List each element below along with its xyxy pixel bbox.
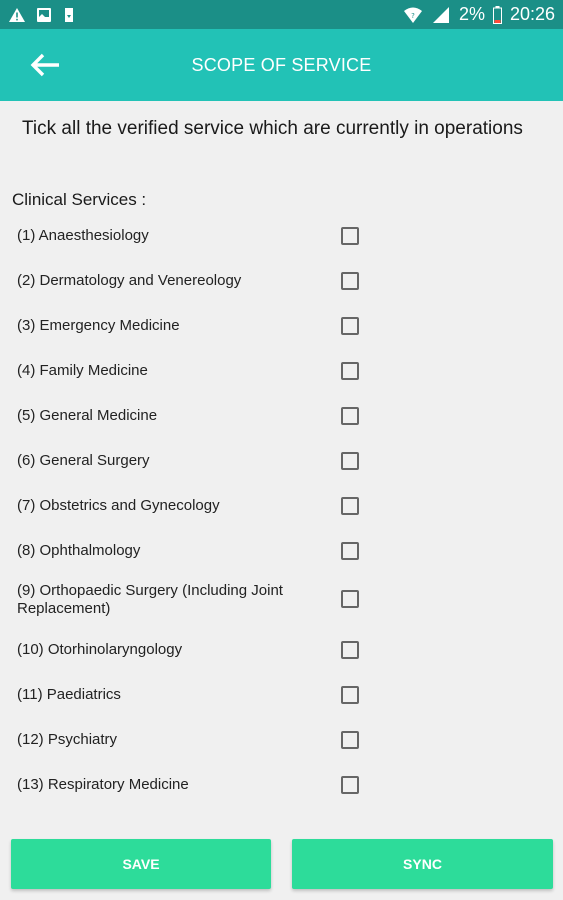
download-icon — [62, 7, 76, 23]
sync-button[interactable]: SYNC — [292, 839, 553, 889]
service-row: (5) General Medicine — [17, 406, 362, 426]
signal-icon — [431, 6, 451, 24]
page-title: SCOPE OF SERVICE — [191, 54, 372, 75]
arrow-left-icon — [30, 53, 59, 77]
save-button[interactable]: SAVE — [11, 839, 271, 889]
service-row: (13) Respiratory Medicine — [17, 775, 362, 795]
service-row: (4) Family Medicine — [17, 361, 362, 381]
service-label: (8) Ophthalmology — [17, 542, 141, 559]
service-checkbox[interactable] — [341, 272, 359, 290]
service-label: (10) Otorhinolaryngology — [17, 641, 183, 658]
service-checkbox[interactable] — [341, 686, 359, 704]
service-label: (3) Emergency Medicine — [17, 317, 180, 334]
service-checkbox[interactable] — [341, 731, 359, 749]
wifi-icon: ? — [403, 6, 423, 24]
service-label: (1) Anaesthesiology — [17, 227, 149, 244]
status-bar: ? 2% 20:26 — [0, 0, 563, 29]
service-row: (11) Paediatrics — [17, 685, 362, 705]
service-row: (6) General Surgery — [17, 451, 362, 471]
service-row: (7) Obstetrics and Gynecology — [17, 496, 362, 516]
service-checkbox[interactable] — [341, 497, 359, 515]
service-label: (11) Paediatrics — [17, 686, 121, 703]
service-checkbox[interactable] — [341, 641, 359, 659]
service-label: (2) Dermatology and Venereology — [17, 272, 242, 289]
service-checkbox[interactable] — [341, 362, 359, 380]
service-label: (7) Obstetrics and Gynecology — [17, 497, 220, 514]
service-checkbox[interactable] — [341, 452, 359, 470]
service-label: (13) Respiratory Medicine — [17, 776, 189, 793]
battery-icon — [492, 5, 502, 24]
service-label: (5) General Medicine — [17, 407, 158, 424]
service-row: (3) Emergency Medicine — [17, 316, 362, 336]
service-label: (12) Psychiatry — [17, 731, 118, 748]
app-bar: SCOPE OF SERVICE — [0, 29, 563, 101]
svg-text:?: ? — [411, 12, 415, 20]
service-checkbox[interactable] — [341, 590, 359, 608]
back-button[interactable] — [28, 51, 62, 79]
instruction-text: Tick all the verified service which are … — [22, 118, 523, 139]
section-label: Clinical Services : — [12, 190, 147, 209]
service-checkbox[interactable] — [341, 227, 359, 245]
warning-icon — [8, 7, 26, 23]
service-row: (9) Orthopaedic Surgery (Including Joint… — [17, 581, 362, 619]
battery-percent: 2% — [458, 4, 485, 24]
service-checkbox[interactable] — [341, 407, 359, 425]
service-label: (4) Family Medicine — [17, 362, 148, 379]
image-icon — [36, 7, 52, 23]
clock: 20:26 — [509, 4, 555, 24]
service-checkbox[interactable] — [341, 776, 359, 794]
service-row: (12) Psychiatry — [17, 730, 362, 750]
service-row: (10) Otorhinolaryngology — [17, 640, 362, 660]
service-checkbox[interactable] — [341, 317, 359, 335]
service-row: (8) Ophthalmology — [17, 541, 362, 561]
service-row: (1) Anaesthesiology — [17, 226, 362, 246]
service-checkbox[interactable] — [341, 542, 359, 560]
service-label: (6) General Surgery — [17, 452, 150, 469]
service-row: (2) Dermatology and Venereology — [17, 271, 362, 291]
service-label: (9) Orthopaedic Surgery (Including Joint… — [17, 582, 283, 617]
